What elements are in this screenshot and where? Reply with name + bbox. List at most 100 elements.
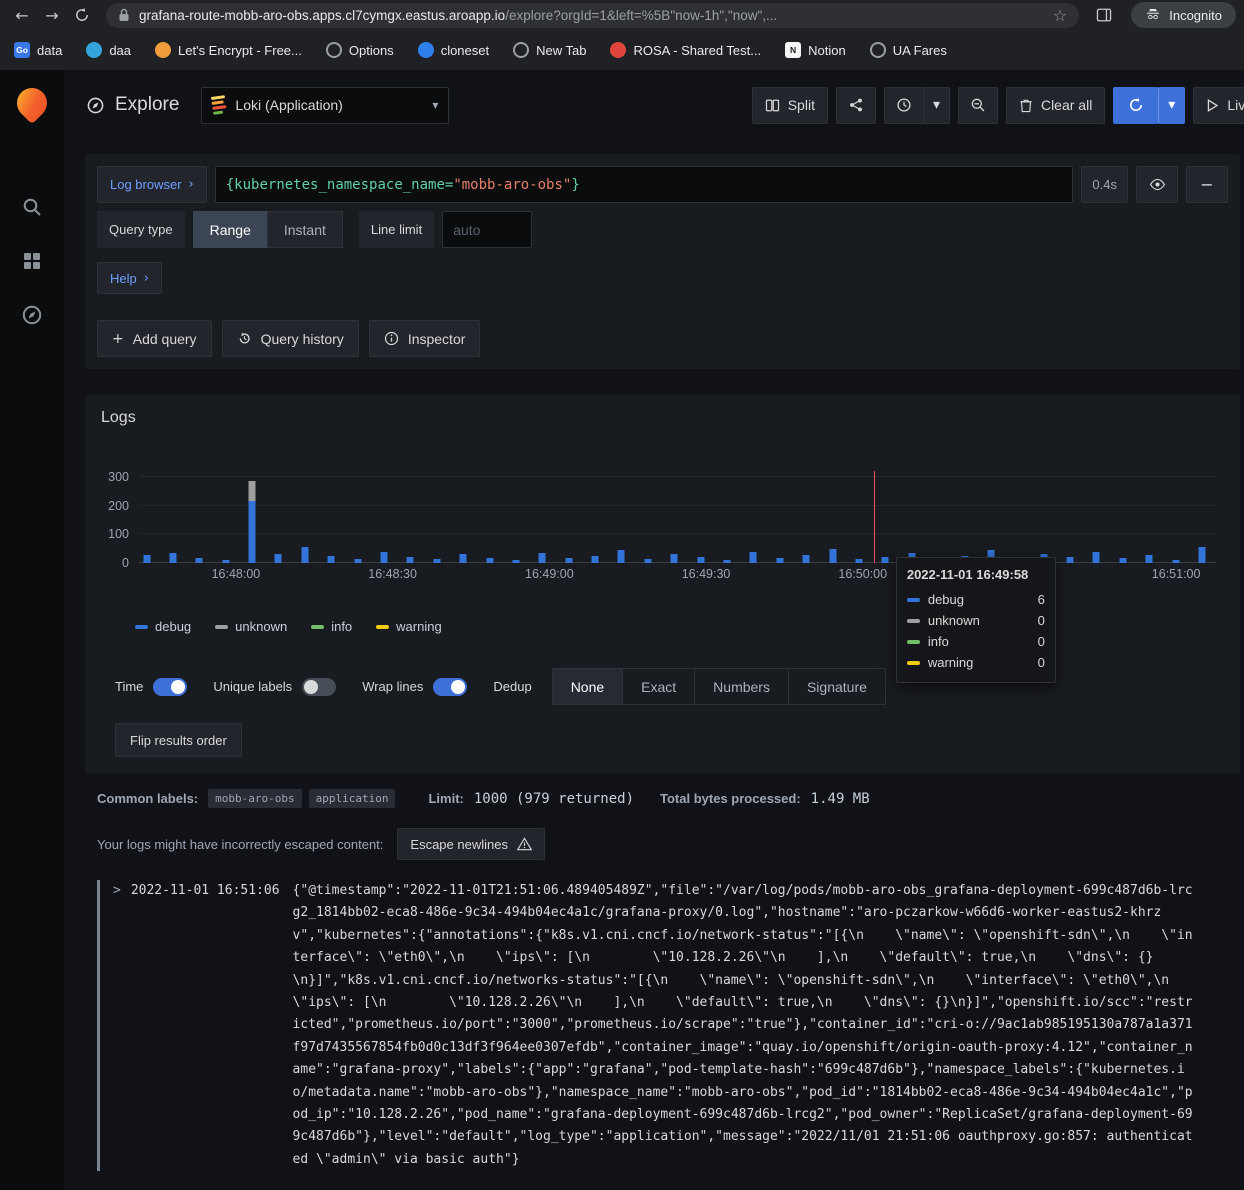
legend-item-unknown[interactable]: unknown [215,619,287,634]
dedup-radio-group: None Exact Numbers Signature [552,668,886,705]
y-axis-tick: 100 [108,527,129,541]
search-icon[interactable] [21,196,43,218]
dedup-none[interactable]: None [552,668,623,705]
log-row[interactable]: > 2022-11-01 16:51:06 {"@timestamp":"202… [97,880,1240,1171]
dedup-exact[interactable]: Exact [622,668,695,705]
dashboards-icon[interactable] [21,250,43,272]
tooltip-series-label: unknown [928,613,980,628]
run-query-button[interactable] [1113,87,1159,124]
chart-bar-debug [724,560,731,563]
live-button[interactable]: Live [1193,87,1244,124]
flip-results-order-button[interactable]: Flip results order [115,723,242,757]
grafana-logo-icon[interactable] [11,82,53,124]
logs-volume-chart[interactable]: 0100200300 16:48:0016:48:3016:49:0016:49… [101,471,1224,589]
explore-header: Explore Loki (Application) ▾ Split [64,70,1244,140]
clear-all-button[interactable]: Clear all [1006,87,1105,124]
remove-query-button[interactable]: − [1186,166,1228,203]
chart-bar-debug [1093,552,1100,564]
bookmarks-bar: Godata daa Let's Encrypt - Free... Optio… [0,30,1244,70]
chart-bar-unknown [249,481,256,501]
bookmark-notion[interactable]: NNotion [785,42,846,58]
logs-controls: Time Unique labels Wrap lines Dedup None… [115,668,1224,705]
run-query-split-button: ▾ [1113,87,1185,124]
logs-volume-plot[interactable] [139,471,1216,563]
x-axis-tick: 16:51:00 [1152,567,1201,581]
address-bar[interactable]: grafana-route-mobb-aro-obs.apps.cl7cymgx… [106,3,1079,28]
bookmark-star-icon[interactable]: ☆ [1053,6,1067,25]
bookmark-daa[interactable]: daa [86,42,131,58]
help-button[interactable]: Help › [97,262,162,294]
back-icon[interactable]: ← [8,2,36,28]
bookmark-cloneset[interactable]: cloneset [418,42,489,58]
wrap-lines-toggle[interactable] [433,678,467,696]
time-toggle[interactable] [153,678,187,696]
chart-bar-debug [301,547,308,563]
query-type-range[interactable]: Range [193,211,268,248]
inspector-button[interactable]: Inspector [369,320,481,357]
legend-item-debug[interactable]: debug [135,619,191,634]
bookmark-rosa[interactable]: ROSA - Shared Test... [610,42,761,58]
unique-labels-toggle[interactable] [302,678,336,696]
dedup-numbers[interactable]: Numbers [694,668,789,705]
chart-bar-debug [275,554,282,563]
legend-item-info[interactable]: info [311,619,352,634]
forward-icon[interactable]: → [38,2,66,28]
bookmark-data[interactable]: Godata [14,42,62,58]
legend-item-warning[interactable]: warning [376,619,442,634]
x-axis-tick: 16:49:30 [682,567,731,581]
query-history-button[interactable]: Query history [222,320,359,357]
query-expression-input[interactable]: {kubernetes_namespace_name="mobb-aro-obs… [215,166,1074,203]
y-axis-tick: 0 [122,556,129,570]
datasource-name: Loki (Application) [235,97,342,113]
query-expression-selector: {kubernetes_namespace_name= [226,177,454,193]
chart-bar-debug [697,557,704,563]
label-badge-namespace: mobb-aro-obs [208,789,301,808]
dedup-signature[interactable]: Signature [788,668,886,705]
time-picker-chevron-button[interactable]: ▾ [923,87,950,124]
globe-icon [870,42,886,58]
query-history-label: Query history [261,331,344,347]
log-browser-button[interactable]: Log browser › [97,166,207,203]
run-query-chevron-button[interactable]: ▾ [1158,87,1185,124]
bookmark-label: ROSA - Shared Test... [633,43,761,58]
query-type-instant[interactable]: Instant [267,211,343,248]
reload-icon[interactable] [68,2,96,28]
bookmark-options[interactable]: Options [326,42,394,58]
chart-bar-debug [671,554,678,563]
tooltip-series-value: 0 [1038,634,1045,649]
bookmark-letsencrypt[interactable]: Let's Encrypt - Free... [155,42,302,58]
tooltip-series-value: 0 [1038,613,1045,628]
bookmark-new-tab[interactable]: New Tab [513,42,586,58]
chart-bar-debug [143,555,150,563]
tooltip-series-value: 6 [1038,592,1045,607]
tooltip-series-label: debug [928,592,964,607]
split-label: Split [788,97,815,113]
chart-bar-debug [592,556,599,563]
azure-cloud-icon [86,42,102,58]
bookmark-label: UA Fares [893,43,947,58]
explore-compass-icon[interactable] [21,304,43,326]
legend-label: unknown [235,619,287,634]
live-label: Live [1227,97,1244,113]
zoom-out-button[interactable] [958,87,998,124]
share-button[interactable] [836,87,876,124]
query-visibility-button[interactable] [1136,166,1178,203]
chart-bar-debug [354,559,361,563]
time-toggle-label: Time [115,679,143,694]
explore-main: Explore Loki (Application) ▾ Split [64,70,1244,1190]
chart-bar-debug [249,501,256,563]
log-level-bar [97,880,100,1171]
chart-bar-debug [750,552,757,563]
limit-label: Limit: [428,791,463,806]
datasource-picker[interactable]: Loki (Application) ▾ [201,87,449,124]
side-panel-icon[interactable] [1089,6,1119,24]
log-expand-icon[interactable]: > [113,880,121,1171]
bytes-processed-value: 1.49 MB [811,791,870,807]
split-button[interactable]: Split [752,87,828,124]
chart-legend: debug unknown info warning [135,619,1224,634]
escape-newlines-button[interactable]: Escape newlines [397,828,545,860]
time-picker-clock-button[interactable] [884,87,924,124]
add-query-button[interactable]: + Add query [97,320,212,357]
bookmark-ua-fares[interactable]: UA Fares [870,42,947,58]
line-limit-input[interactable] [442,211,532,248]
